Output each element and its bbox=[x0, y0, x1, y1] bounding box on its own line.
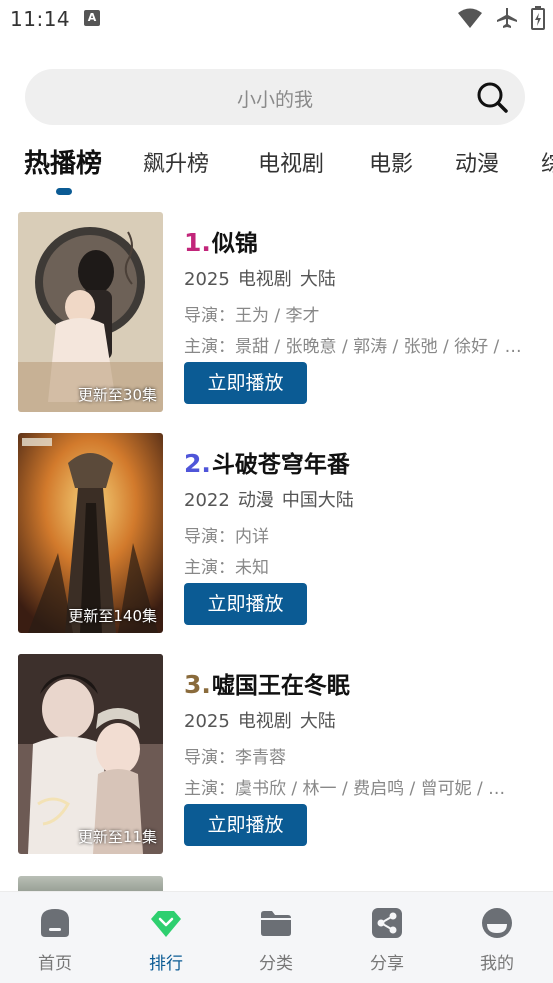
item-year: 2025 bbox=[184, 711, 230, 732]
rank-number: 3. bbox=[184, 670, 211, 699]
item-title-row[interactable]: 2.斗破苍穹年番 bbox=[184, 445, 350, 479]
item-region: 大陆 bbox=[299, 711, 336, 732]
poster[interactable]: 更新至30集 bbox=[18, 212, 163, 412]
item-type: 电视剧 bbox=[237, 711, 292, 732]
search-placeholder: 小小的我 bbox=[236, 89, 313, 111]
battery-icon bbox=[531, 6, 545, 30]
nav-label: 我的 bbox=[480, 954, 514, 974]
item-title: 嘘国王在冬眠 bbox=[211, 673, 350, 699]
list-item[interactable]: 更新至30集 1.似锦 2025 电视剧 大陆 导演：王为 / 李才 主演：景甜 /… bbox=[18, 212, 538, 412]
category-tabs: 热播榜 飙升榜 电视剧 电影 动漫 综 bbox=[0, 138, 553, 202]
list-item[interactable]: 更新至11集 3.嘘国王在冬眠 2025 电视剧 大陆 导演：李青蓉 主演：虞书欣 … bbox=[18, 654, 538, 854]
episode-badge: 更新至140集 bbox=[68, 607, 157, 625]
poster[interactable]: 更新至140集 bbox=[18, 433, 163, 633]
wifi-icon bbox=[458, 8, 482, 28]
item-year: 2022 bbox=[184, 490, 230, 511]
tab-movies[interactable]: 电影 bbox=[369, 146, 413, 178]
poster-image bbox=[18, 433, 163, 633]
nav-share[interactable]: 分享 bbox=[347, 906, 427, 974]
nav-categories[interactable]: 分类 bbox=[236, 906, 316, 974]
tab-indicator bbox=[56, 188, 72, 195]
share-icon bbox=[372, 908, 402, 938]
episode-badge: 更新至30集 bbox=[77, 386, 157, 404]
tab-tv-series[interactable]: 电视剧 bbox=[258, 146, 324, 178]
item-meta: 2025 电视剧 大陆 bbox=[184, 707, 344, 733]
bottom-nav: 首页 排行 分类 分享 我的 bbox=[0, 891, 553, 983]
play-now-button[interactable]: 立即播放 bbox=[184, 804, 307, 846]
item-title: 斗破苍穹年番 bbox=[211, 452, 350, 478]
item-region: 中国大陆 bbox=[281, 490, 354, 511]
nav-label: 排行 bbox=[149, 954, 183, 974]
item-type: 电视剧 bbox=[237, 269, 292, 290]
profile-icon bbox=[482, 908, 512, 938]
folder-icon bbox=[261, 911, 291, 936]
item-type: 动漫 bbox=[237, 490, 274, 511]
episode-badge: 更新至11集 bbox=[77, 828, 157, 846]
nav-profile[interactable]: 我的 bbox=[457, 906, 537, 974]
list-item[interactable]: 更新至140集 2.斗破苍穹年番 2022 动漫 中国大陆 导演：内详 主演：未知 … bbox=[18, 433, 538, 633]
item-director: 导演：李青蓉 bbox=[184, 748, 286, 768]
item-director: 导演：内详 bbox=[184, 527, 269, 547]
tab-variety[interactable]: 综 bbox=[541, 146, 553, 178]
item-year: 2025 bbox=[184, 269, 230, 290]
item-actors: 主演：景甜 / 张晚意 / 郭涛 / 张弛 / 徐好 / … bbox=[184, 337, 522, 357]
nav-label: 分类 bbox=[259, 954, 293, 974]
nav-label: 分享 bbox=[370, 954, 404, 974]
play-now-button[interactable]: 立即播放 bbox=[184, 362, 307, 404]
home-icon bbox=[41, 909, 69, 937]
search-icon[interactable] bbox=[475, 80, 509, 114]
search-input[interactable]: 小小的我 bbox=[25, 69, 525, 125]
item-director: 导演：王为 / 李才 bbox=[184, 306, 320, 326]
rank-number: 1. bbox=[184, 228, 211, 257]
status-bar: 11:14 A bbox=[0, 0, 553, 38]
status-time: 11:14 bbox=[10, 7, 71, 31]
item-actors: 主演：虞书欣 / 林一 / 费启鸣 / 曾可妮 / … bbox=[184, 779, 506, 799]
ranking-icon bbox=[151, 911, 181, 937]
notification-icon: A bbox=[84, 10, 100, 26]
play-now-button[interactable]: 立即播放 bbox=[184, 583, 307, 625]
airplane-mode-icon bbox=[497, 8, 517, 28]
item-title-row[interactable]: 1.似锦 bbox=[184, 224, 258, 258]
tab-rising[interactable]: 飙升榜 bbox=[143, 146, 209, 178]
tab-anime[interactable]: 动漫 bbox=[455, 146, 499, 178]
item-title-row[interactable]: 3.嘘国王在冬眠 bbox=[184, 666, 350, 700]
poster-image bbox=[18, 212, 163, 412]
item-meta: 2022 动漫 中国大陆 bbox=[184, 486, 362, 512]
item-region: 大陆 bbox=[299, 269, 336, 290]
status-icons bbox=[457, 6, 545, 30]
rank-number: 2. bbox=[184, 449, 211, 478]
poster[interactable]: 更新至11集 bbox=[18, 654, 163, 854]
item-actors: 主演：未知 bbox=[184, 558, 269, 578]
nav-ranking[interactable]: 排行 bbox=[126, 906, 206, 974]
tab-hot[interactable]: 热播榜 bbox=[24, 143, 102, 180]
nav-home[interactable]: 首页 bbox=[15, 906, 95, 974]
nav-label: 首页 bbox=[38, 954, 72, 974]
item-meta: 2025 电视剧 大陆 bbox=[184, 265, 344, 291]
poster-image bbox=[18, 654, 163, 854]
item-title: 似锦 bbox=[211, 231, 258, 257]
